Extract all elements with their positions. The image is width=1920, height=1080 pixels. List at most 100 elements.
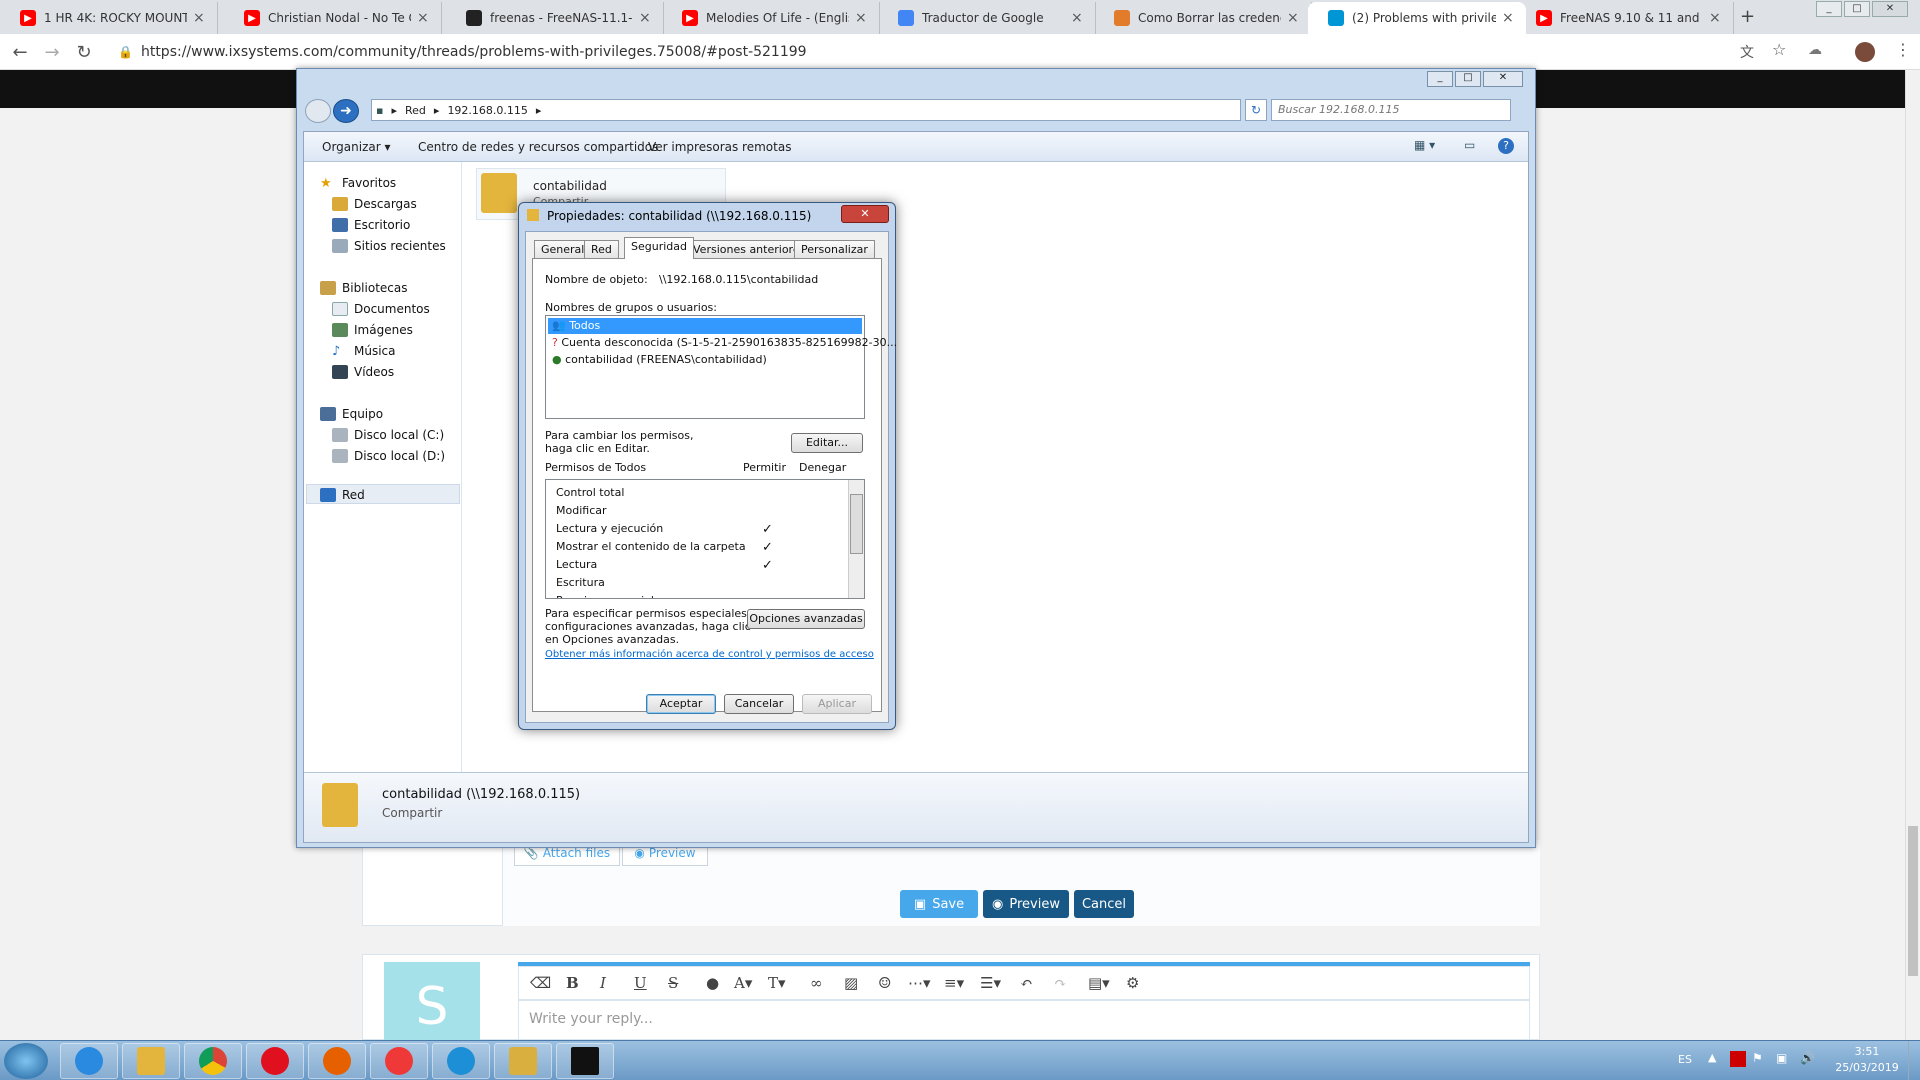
sidebar-item-recientes[interactable]: Sitios recientes bbox=[332, 237, 446, 255]
reply-input[interactable]: Write your reply... bbox=[518, 1000, 1530, 1040]
preview-pane-icon[interactable]: ▭ bbox=[1464, 138, 1475, 152]
browser-tab[interactable]: Como Borrar las credenciales × bbox=[1094, 2, 1312, 34]
sidebar-item-disk-c[interactable]: Disco local (C:) bbox=[332, 426, 444, 444]
explorer-close[interactable]: ✕ bbox=[1483, 71, 1523, 87]
tray-app-icon[interactable] bbox=[1730, 1051, 1746, 1067]
show-desktop-button[interactable] bbox=[1908, 1041, 1920, 1080]
group-item-contabilidad[interactable]: ● contabilidad (FREENAS\contabilidad) bbox=[552, 353, 767, 366]
page-scrollbar[interactable] bbox=[1905, 70, 1920, 1040]
close-tab-icon[interactable]: × bbox=[1709, 10, 1723, 26]
dialog-close-button[interactable]: ✕ bbox=[841, 205, 889, 223]
volume-icon[interactable]: 🔊 bbox=[1800, 1051, 1815, 1065]
sidebar-item-disk-d[interactable]: Disco local (D:) bbox=[332, 447, 445, 465]
color-icon[interactable]: ● bbox=[706, 974, 719, 992]
save-button[interactable]: ▣ Save bbox=[900, 890, 978, 918]
tray-network-icon[interactable]: ▣ bbox=[1776, 1051, 1787, 1065]
image-icon[interactable]: ▨ bbox=[844, 974, 858, 992]
forward-icon[interactable]: → bbox=[40, 42, 64, 63]
sidebar-computer[interactable]: Equipo bbox=[320, 405, 383, 423]
sidebar-favorites[interactable]: ★ Favoritos bbox=[320, 174, 396, 192]
maximize-button[interactable]: □ bbox=[1844, 1, 1870, 17]
taskbar-vivaldi[interactable] bbox=[370, 1043, 428, 1079]
sidebar-item-escritorio[interactable]: Escritorio bbox=[332, 216, 410, 234]
ok-button[interactable]: Aceptar bbox=[646, 694, 716, 714]
taskbar-cmd[interactable] bbox=[556, 1043, 614, 1079]
sidebar-item-videos[interactable]: Vídeos bbox=[332, 363, 394, 381]
profile-avatar[interactable] bbox=[1855, 42, 1875, 62]
bold-icon[interactable]: B bbox=[566, 974, 579, 992]
browser-tab[interactable]: ▶ Christian Nodal - No Te Con × bbox=[224, 2, 442, 34]
browser-tab[interactable]: ▶ FreeNAS 9.10 & 11 and Sam × bbox=[1516, 2, 1734, 34]
sidebar-libraries[interactable]: Bibliotecas bbox=[320, 279, 407, 297]
redo-icon[interactable]: ↷ bbox=[1054, 974, 1067, 992]
translate-icon[interactable]: 文 bbox=[1740, 42, 1754, 62]
explorer-minimize[interactable]: _ bbox=[1427, 71, 1453, 87]
sidebar-item-documentos[interactable]: Documentos bbox=[332, 300, 430, 318]
close-tab-icon[interactable]: × bbox=[639, 10, 653, 26]
more-icon[interactable]: ⋯▾ bbox=[908, 974, 931, 992]
font-size-icon[interactable]: A▾ bbox=[734, 974, 752, 992]
tab-seguridad[interactable]: Seguridad bbox=[624, 237, 694, 259]
explorer-breadcrumb[interactable]: ▪ ▸ Red ▸ 192.168.0.115 ▸ bbox=[371, 99, 1241, 121]
explorer-maximize[interactable]: □ bbox=[1455, 71, 1481, 87]
italic-icon[interactable]: I bbox=[600, 974, 606, 992]
breadcrumb-red[interactable]: Red bbox=[405, 104, 426, 117]
taskbar-firefox[interactable] bbox=[308, 1043, 366, 1079]
drafts-icon[interactable]: ▤▾ bbox=[1088, 974, 1110, 992]
group-item-unknown[interactable]: ? Cuenta desconocida (S-1-5-21-259016383… bbox=[552, 336, 897, 349]
clock-time[interactable]: 3:51 bbox=[1842, 1045, 1892, 1058]
view-options-icon[interactable]: ▦ ▾ bbox=[1414, 138, 1435, 152]
remote-printers-link[interactable]: Ver impresoras remotas bbox=[648, 140, 791, 154]
help-icon[interactable]: ? bbox=[1498, 138, 1514, 154]
taskbar-network[interactable] bbox=[494, 1043, 552, 1079]
explorer-back-button[interactable] bbox=[305, 99, 331, 123]
tab-personalizar[interactable]: Personalizar bbox=[794, 240, 875, 258]
browser-tab[interactable]: (2) Problems with privileges × bbox=[1308, 2, 1526, 34]
reload-icon[interactable]: ↻ bbox=[72, 42, 96, 63]
clock-date[interactable]: 25/03/2019 bbox=[1830, 1061, 1904, 1074]
smilie-icon[interactable]: ☺ bbox=[878, 974, 891, 992]
menu-icon[interactable]: ⋮ bbox=[1895, 40, 1911, 59]
extension-icon[interactable]: ☁ bbox=[1808, 42, 1822, 58]
more-info-link[interactable]: Obtener más información acerca de contro… bbox=[545, 649, 874, 660]
bookmark-star-icon[interactable]: ☆ bbox=[1772, 40, 1786, 59]
close-tab-icon[interactable]: × bbox=[1287, 10, 1301, 26]
group-item-todos[interactable]: 👥 Todos bbox=[552, 319, 600, 332]
language-indicator[interactable]: ES bbox=[1678, 1053, 1692, 1066]
link-icon[interactable]: ∞ bbox=[810, 974, 823, 992]
browser-tab[interactable]: ▶ 1 HR 4K: ROCKY MOUNTAIN × bbox=[0, 2, 218, 34]
organize-menu[interactable]: Organizar ▾ bbox=[322, 140, 391, 154]
list-icon[interactable]: ☰▾ bbox=[980, 974, 1001, 992]
refresh-icon[interactable]: ↻ bbox=[1245, 99, 1267, 121]
network-center-link[interactable]: Centro de redes y recursos compartidos bbox=[418, 140, 658, 154]
explorer-search[interactable]: Buscar 192.168.0.115 bbox=[1271, 99, 1511, 121]
taskbar-ie[interactable] bbox=[60, 1043, 118, 1079]
taskbar-opera[interactable] bbox=[246, 1043, 304, 1079]
start-button[interactable] bbox=[4, 1043, 48, 1079]
taskbar-app[interactable] bbox=[432, 1043, 490, 1079]
tab-general[interactable]: General bbox=[534, 240, 592, 258]
align-icon[interactable]: ≡▾ bbox=[944, 974, 964, 992]
close-tab-icon[interactable]: × bbox=[1071, 10, 1085, 26]
cancel-dialog-button[interactable]: Cancelar bbox=[724, 694, 794, 714]
settings-gear-icon[interactable]: ⚙ bbox=[1126, 974, 1139, 992]
close-tab-icon[interactable]: × bbox=[417, 10, 431, 26]
underline-icon[interactable]: U bbox=[634, 974, 647, 992]
strike-icon[interactable]: S bbox=[668, 974, 678, 992]
sidebar-item-musica[interactable]: ♪ Música bbox=[332, 342, 396, 360]
show-hidden-icons[interactable]: ▲ bbox=[1708, 1051, 1716, 1064]
cancel-button[interactable]: Cancel bbox=[1074, 890, 1134, 918]
advanced-options-button[interactable]: Opciones avanzadas bbox=[747, 609, 865, 629]
tab-red[interactable]: Red bbox=[584, 240, 619, 258]
undo-icon[interactable]: ↶ bbox=[1020, 974, 1033, 992]
preview-button[interactable]: ◉ Preview bbox=[983, 890, 1069, 918]
browser-tab[interactable]: Traductor de Google × bbox=[878, 2, 1096, 34]
close-tab-icon[interactable]: × bbox=[1502, 10, 1516, 26]
browser-tab[interactable]: freenas - FreeNAS-11.1-U7 × bbox=[446, 2, 664, 34]
tray-flag-icon[interactable]: ⚑ bbox=[1752, 1051, 1763, 1065]
sidebar-item-red[interactable]: Red bbox=[320, 486, 365, 504]
close-tab-icon[interactable]: × bbox=[855, 10, 869, 26]
taskbar-explorer[interactable] bbox=[122, 1043, 180, 1079]
close-tab-icon[interactable]: × bbox=[193, 10, 207, 26]
breadcrumb-ip[interactable]: 192.168.0.115 bbox=[447, 104, 527, 117]
